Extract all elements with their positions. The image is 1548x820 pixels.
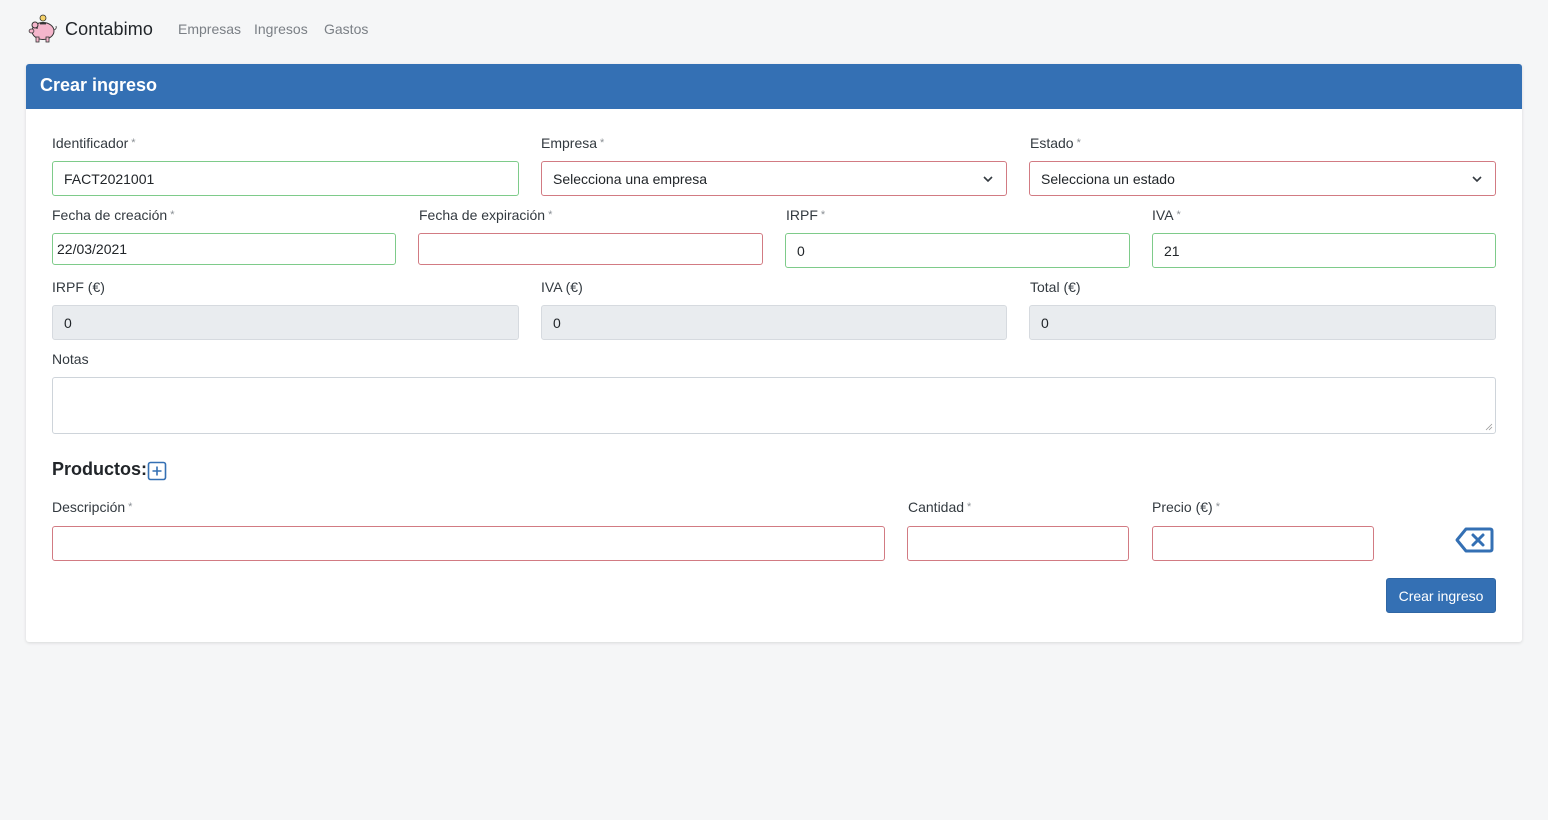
fecha-creacion-label: Fecha de creación * [52, 207, 175, 223]
total-eur-readonly: 0 [1029, 305, 1496, 340]
nav-link-ingresos[interactable]: Ingresos [254, 21, 308, 37]
brand[interactable]: Contabimo [26, 12, 153, 46]
precio-input[interactable] [1152, 526, 1374, 561]
navbar: Contabimo Empresas Ingresos Gastos [0, 0, 1548, 60]
fecha-expiracion-label: Fecha de expiración * [419, 207, 553, 223]
fecha-expiracion-input[interactable] [418, 233, 763, 265]
iva-eur-label: IVA (€) [541, 279, 583, 295]
brand-name: Contabimo [65, 18, 153, 39]
irpf-label: IRPF * [786, 207, 826, 223]
identificador-label: Identificador * [52, 135, 136, 151]
iva-label: IVA * [1152, 207, 1181, 223]
total-eur-label: Total (€) [1030, 279, 1081, 295]
piggy-bank-icon [28, 14, 57, 43]
crear-ingreso-button[interactable]: Crear ingreso [1386, 578, 1496, 613]
empresa-select[interactable]: Selecciona una empresa [541, 161, 1007, 196]
iva-input[interactable]: 21 [1152, 233, 1496, 268]
cantidad-input[interactable] [907, 526, 1129, 561]
empresa-label: Empresa * [541, 135, 605, 151]
descripcion-label: Descripción * [52, 499, 133, 515]
cantidad-label: Cantidad * [908, 499, 972, 515]
descripcion-input[interactable] [52, 526, 885, 561]
card-header: Crear ingreso [26, 64, 1522, 109]
card-title: Crear ingreso [40, 75, 158, 95]
create-income-card: Crear ingreso Identificador * FACT2021001… [26, 64, 1522, 642]
backspace-icon[interactable] [1454, 526, 1494, 554]
precio-label: Precio (€) * [1152, 499, 1220, 515]
estado-label: Estado * [1030, 135, 1081, 151]
identificador-input[interactable]: FACT2021001 [52, 161, 519, 196]
chevron-down-icon [983, 176, 993, 183]
irpf-eur-readonly: 0 [52, 305, 519, 340]
irpf-input[interactable]: 0 [785, 233, 1130, 268]
estado-select[interactable]: Selecciona un estado [1029, 161, 1496, 196]
nav-link-gastos[interactable]: Gastos [324, 21, 368, 37]
productos-title: Productos: [52, 459, 148, 479]
nav-link-empresas[interactable]: Empresas [178, 21, 241, 37]
fecha-creacion-input[interactable]: 22/03/2021 [52, 233, 396, 265]
resize-grip-icon[interactable] [1485, 423, 1493, 431]
notas-textarea[interactable] [52, 377, 1496, 434]
irpf-eur-label: IRPF (€) [52, 279, 105, 295]
plus-square-icon[interactable] [147, 461, 167, 481]
iva-eur-readonly: 0 [541, 305, 1007, 340]
chevron-down-icon [1472, 176, 1482, 183]
notas-label: Notas [52, 351, 89, 367]
